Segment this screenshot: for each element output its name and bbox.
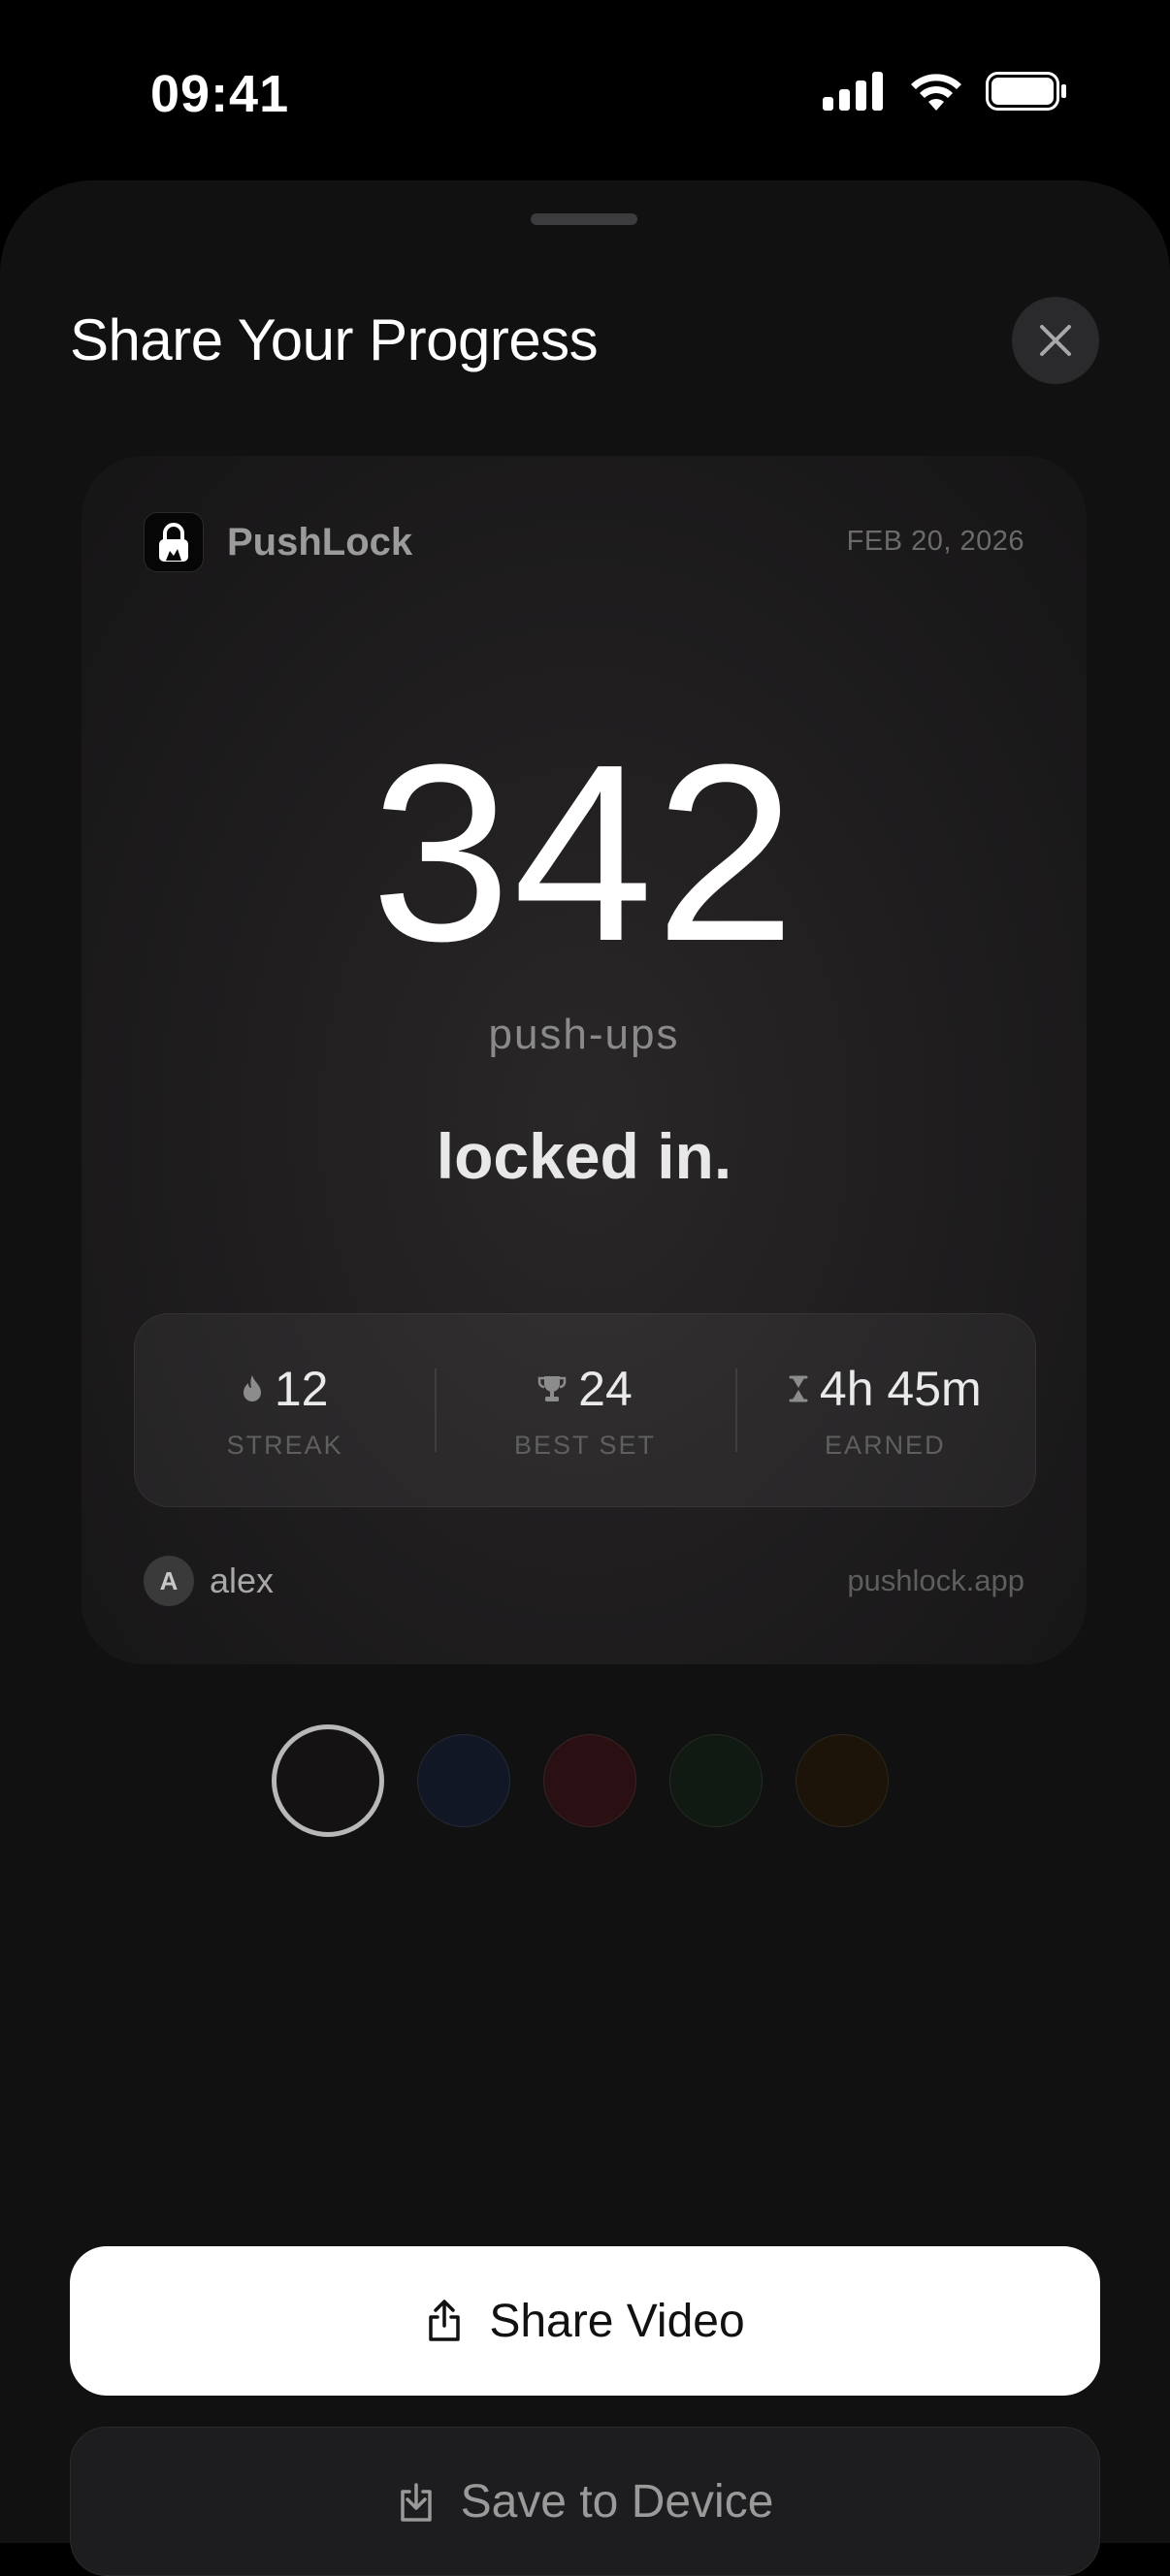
share-video-label: Share Video [489, 2295, 745, 2347]
close-button[interactable] [1012, 297, 1099, 384]
save-to-device-button[interactable]: Save to Device [70, 2427, 1100, 2576]
sheet-grabber[interactable] [531, 213, 637, 225]
share-card-preview: PushLock FEB 20, 2026 342 push-ups locke… [81, 456, 1087, 1664]
theme-swatch-navy[interactable] [417, 1734, 510, 1827]
stat-value: 24 [578, 1361, 633, 1416]
lock-icon [159, 523, 188, 562]
theme-swatch-brown[interactable] [796, 1734, 889, 1827]
theme-swatches [272, 1724, 889, 1837]
share-icon [429, 2300, 461, 2341]
tagline: locked in. [436, 1120, 732, 1192]
avatar: A [144, 1556, 194, 1606]
stat-best-set: 24 BEST SET [435, 1314, 734, 1506]
count-unit: push-ups [488, 1011, 680, 1058]
trophy-icon [537, 1375, 567, 1401]
brand: PushLock [144, 512, 412, 572]
card-user: A alex [144, 1556, 274, 1606]
theme-swatch-forest[interactable] [669, 1734, 763, 1827]
download-icon [400, 2483, 432, 2522]
sheet-title: Share Your Progress [70, 307, 599, 372]
username: alex [210, 1561, 275, 1600]
theme-swatch-maroon[interactable] [543, 1734, 636, 1827]
brand-name: PushLock [227, 520, 413, 564]
signal-icon [823, 72, 883, 111]
save-to-device-label: Save to Device [460, 2475, 774, 2528]
brand-logo [144, 512, 204, 572]
close-icon [1040, 325, 1071, 356]
status-bar: 09:41 [0, 0, 1170, 184]
share-sheet: Share Your Progress PushLock FEB 20, 202… [0, 180, 1170, 2576]
flame-icon [243, 1374, 261, 1401]
stat-earned: 4h 45m EARNED [734, 1314, 1035, 1506]
stat-streak: 12 STREAK [135, 1314, 435, 1506]
stat-label: EARNED [825, 1430, 946, 1460]
stat-value: 4h 45m [819, 1361, 982, 1416]
stats-panel: 12 STREAK 24 BEST SET 4h 45m EARNED [134, 1313, 1036, 1507]
status-icons [823, 72, 1067, 111]
battery-icon [986, 72, 1066, 111]
hourglass-icon [789, 1375, 808, 1401]
wifi-icon [911, 74, 961, 111]
stat-label: STREAK [226, 1430, 343, 1460]
share-video-button[interactable]: Share Video [70, 2246, 1100, 2396]
pushup-count: 342 [371, 713, 797, 994]
stat-value: 12 [274, 1361, 329, 1416]
stat-label: BEST SET [513, 1430, 657, 1460]
card-url: pushlock.app [847, 1563, 1024, 1597]
status-time: 09:41 [150, 65, 290, 123]
theme-swatch-charcoal[interactable] [272, 1724, 384, 1837]
card-date: FEB 20, 2026 [846, 526, 1024, 557]
